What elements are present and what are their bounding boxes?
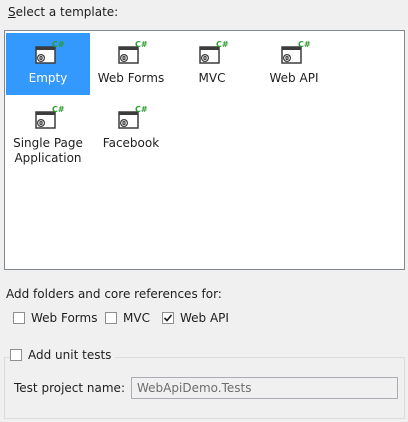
template-label: Empty: [28, 71, 68, 85]
add-unit-tests-checkbox[interactable]: [10, 349, 22, 361]
svg-text:C#: C#: [298, 41, 311, 49]
svg-text:C#: C#: [52, 41, 65, 49]
checkbox-label: MVC: [123, 311, 150, 325]
svg-text:C#: C#: [135, 41, 148, 49]
add-unit-tests-toggle[interactable]: Add unit tests: [10, 348, 116, 362]
checkbox-label: Web Forms: [31, 311, 98, 325]
csharp-web-project-icon: C#: [199, 40, 229, 67]
template-empty[interactable]: C# Empty: [6, 33, 90, 95]
test-project-name-input[interactable]: WebApiDemo.Tests: [131, 377, 398, 399]
web-forms-checkbox[interactable]: [13, 312, 25, 324]
template-single-page-application[interactable]: C# Single Page Application: [6, 98, 90, 176]
csharp-web-project-icon: C#: [35, 105, 65, 132]
svg-text:C#: C#: [216, 41, 229, 49]
template-web-api[interactable]: C# Web API: [252, 33, 336, 95]
csharp-web-project-icon: C#: [281, 40, 311, 67]
web-api-checkbox[interactable]: [162, 312, 174, 324]
mvc-checkbox[interactable]: [105, 312, 117, 324]
check-mark-icon: [163, 314, 173, 322]
csharp-web-project-icon: C#: [118, 40, 148, 67]
template-facebook[interactable]: C# Facebook: [89, 98, 173, 160]
svg-text:C#: C#: [52, 106, 65, 114]
select-template-heading: Select a template:: [8, 5, 119, 19]
template-label: Facebook: [102, 136, 160, 150]
svg-text:C#: C#: [135, 106, 148, 114]
add-unit-tests-label: Add unit tests: [28, 348, 112, 362]
checkbox-web-forms[interactable]: Web Forms: [13, 311, 97, 325]
template-label: Web Forms: [97, 71, 165, 85]
references-label: Add folders and core references for:: [6, 287, 222, 301]
csharp-web-project-icon: C#: [118, 105, 148, 132]
template-label: MVC: [198, 71, 226, 85]
template-mvc[interactable]: C# MVC: [170, 33, 254, 95]
checkbox-label: Web API: [180, 311, 229, 325]
checkbox-mvc[interactable]: MVC: [105, 311, 150, 325]
test-project-name-label: Test project name:: [14, 381, 125, 395]
checkbox-web-api[interactable]: Web API: [162, 311, 229, 325]
template-label: Web API: [269, 71, 319, 85]
template-web-forms[interactable]: C# Web Forms: [89, 33, 173, 95]
csharp-web-project-icon: C#: [35, 40, 65, 67]
template-list[interactable]: C# Empty C# Web Forms C# MVC C# Web API …: [4, 30, 405, 270]
template-label: Single Page Application: [13, 136, 83, 165]
